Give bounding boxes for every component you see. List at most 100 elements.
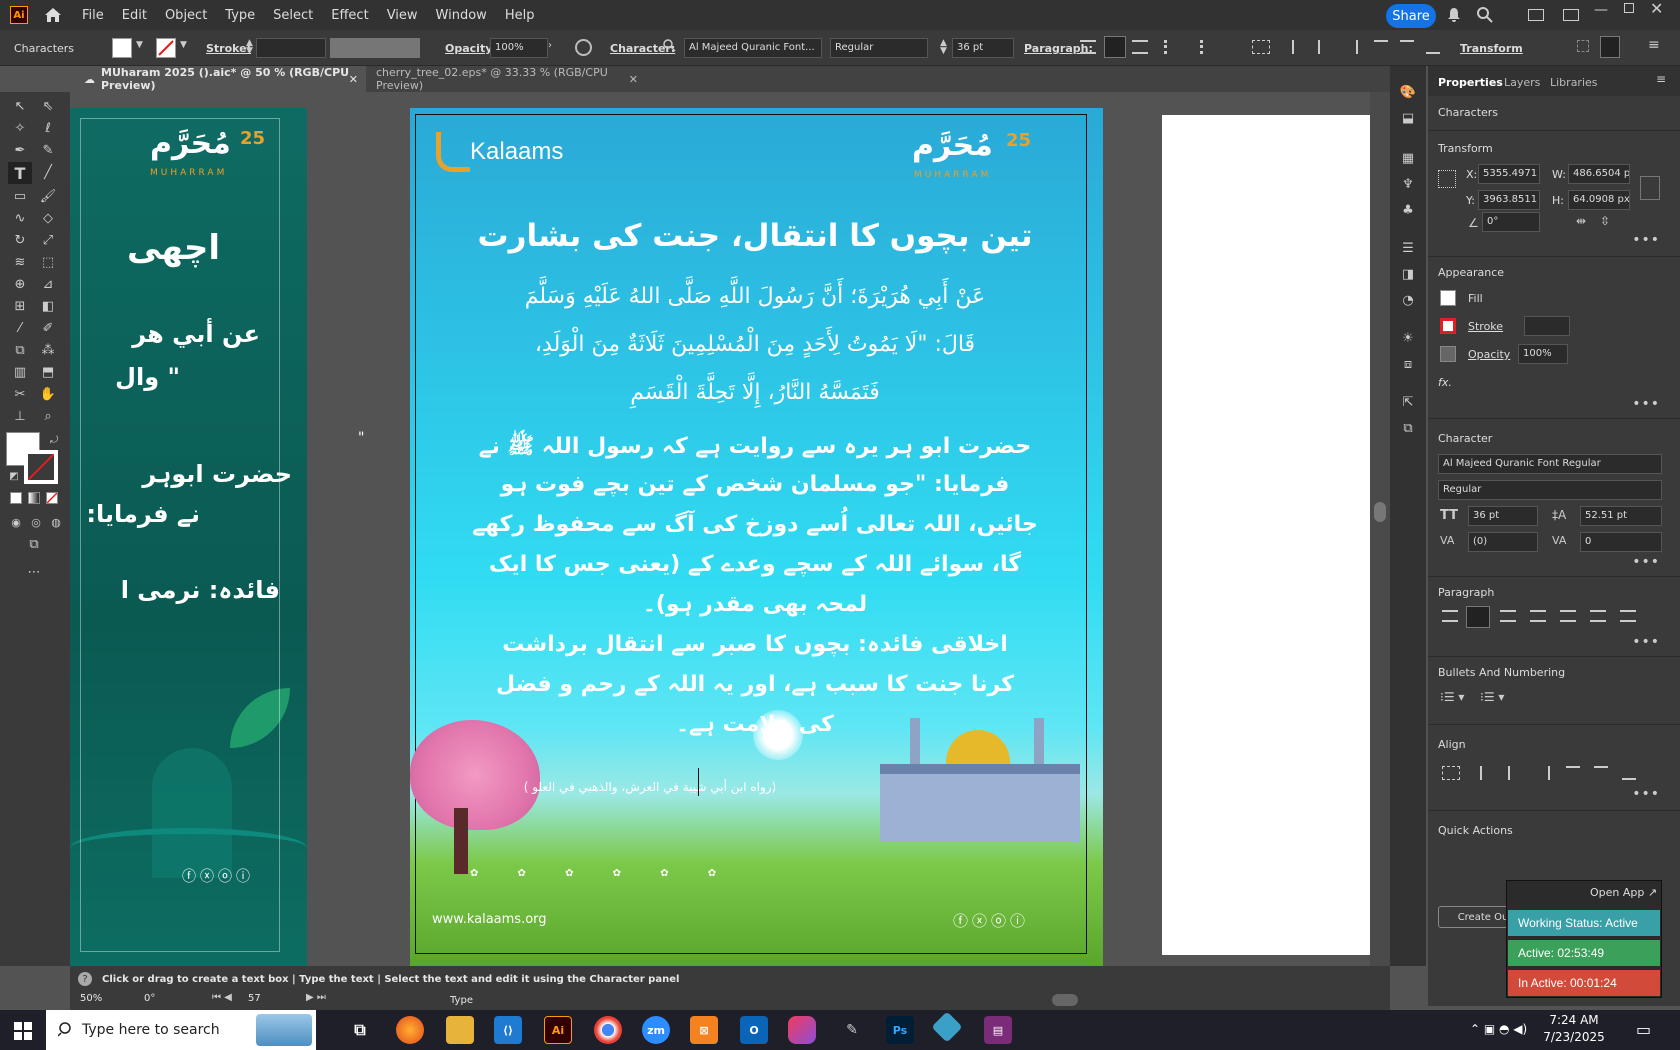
column-graph-tool-icon[interactable]: ▥ xyxy=(10,362,30,382)
leading-input[interactable]: 52.51 pt xyxy=(1580,506,1662,526)
hand-tool-icon[interactable]: ✋ xyxy=(38,384,58,404)
winrar-icon[interactable]: ▤ xyxy=(984,1016,1012,1044)
color-panel-icon[interactable]: 🎨 xyxy=(1398,82,1418,102)
hamburger-menu-icon[interactable]: ≡ xyxy=(1648,37,1660,53)
rotate-tool-icon[interactable]: ↻ xyxy=(10,230,30,250)
justify-center-icon[interactable] xyxy=(1560,610,1576,622)
notifications-icon[interactable]: ▭ xyxy=(1636,1020,1651,1039)
swap-colors-icon[interactable]: ⤾ xyxy=(44,430,64,450)
print-tiling-tool-icon[interactable]: ⊥ xyxy=(10,406,30,426)
export-icon[interactable]: ⇱ xyxy=(1398,392,1418,412)
tab-layers[interactable]: Layers xyxy=(1504,76,1540,89)
tab-muharam[interactable]: ☁ MUharam 2025 ().aic* @ 50 % (RGB/CPU P… xyxy=(70,66,366,92)
justify-all-icon[interactable] xyxy=(1620,610,1636,622)
mesh-tool-icon[interactable]: ⊞ xyxy=(10,296,30,316)
y-input[interactable]: 3963.8511 xyxy=(1478,190,1540,210)
workspace-icon[interactable] xyxy=(1528,9,1544,21)
lasso-tool-icon[interactable]: ℓ xyxy=(38,118,58,138)
artboard-number[interactable]: 57 xyxy=(248,993,261,1004)
menu-edit[interactable]: Edit xyxy=(122,8,147,23)
next-artboard-icon[interactable]: ▶ ⏭ xyxy=(306,992,326,1003)
stroke-stepper-icon[interactable]: ▲ ▼ xyxy=(246,39,253,56)
firefox-icon[interactable] xyxy=(396,1016,424,1044)
taskbar-clock-date[interactable]: 7/23/2025 xyxy=(1534,1030,1614,1044)
bullets-icon[interactable]: ⁝☰ ▾ xyxy=(1440,690,1464,704)
more-options-icon[interactable]: ••• xyxy=(1632,554,1660,570)
magic-wand-tool-icon[interactable]: ✧ xyxy=(10,118,30,138)
shaper-tool-icon[interactable]: ∿ xyxy=(10,208,30,228)
line-tool-icon[interactable]: ╱ xyxy=(38,162,58,182)
constrain-proportions-icon[interactable] xyxy=(1640,176,1660,200)
opacity-label[interactable]: Opacity xyxy=(1468,348,1510,361)
align-right-icon[interactable] xyxy=(1500,610,1516,622)
close-tab-icon[interactable]: ✕ xyxy=(629,73,638,86)
rotation-input[interactable]: 0° xyxy=(1482,212,1540,232)
pen-tool-icon[interactable]: ✒ xyxy=(10,140,30,160)
reference-point-icon[interactable] xyxy=(1438,170,1456,188)
align-center-icon[interactable] xyxy=(1104,36,1126,58)
numbering-icon[interactable] xyxy=(1200,40,1218,54)
draw-normal-icon[interactable]: ◉ xyxy=(6,512,26,532)
menu-select[interactable]: Select xyxy=(273,8,313,23)
isolate-icon[interactable] xyxy=(1577,40,1589,52)
align-center-icon[interactable] xyxy=(1466,606,1490,628)
chevron-down-icon[interactable]: ▼ xyxy=(136,40,143,50)
align-vertical-top-icon[interactable] xyxy=(1374,40,1388,54)
zoom-tool-icon[interactable]: ⌕ xyxy=(38,406,58,426)
fill-swatch[interactable] xyxy=(112,38,132,58)
menu-object[interactable]: Object xyxy=(165,8,207,23)
creative-cloud-icon[interactable] xyxy=(788,1016,816,1044)
font-style-dropdown[interactable]: Regular xyxy=(1438,480,1662,500)
font-size-input[interactable]: 36 pt xyxy=(1468,506,1538,526)
help-icon[interactable]: ? xyxy=(78,972,92,986)
graphic-styles-icon[interactable]: ⧈ xyxy=(1398,354,1418,374)
image-trace-icon[interactable]: ⬓ xyxy=(1398,108,1418,128)
font-style-dropdown[interactable]: Regular xyxy=(830,38,928,58)
curvature-tool-icon[interactable]: ✎ xyxy=(38,140,58,160)
xampp-icon[interactable]: ⊠ xyxy=(690,1016,718,1044)
file-explorer-icon[interactable] xyxy=(446,1016,474,1044)
paintbrush-tool-icon[interactable]: 🖌 xyxy=(38,186,58,206)
eyedropper-tool-icon[interactable]: ⁄ xyxy=(10,318,30,338)
font-family-dropdown[interactable]: Al Majeed Quranic Font... xyxy=(684,38,822,58)
tab-properties[interactable]: Properties xyxy=(1438,76,1503,89)
symbols-panel-icon[interactable]: ♣ xyxy=(1398,200,1418,220)
kerning-input[interactable]: (0) xyxy=(1468,532,1538,552)
home-icon[interactable] xyxy=(42,4,64,26)
tracking-input[interactable]: 0 xyxy=(1580,532,1662,552)
brushes-panel-icon[interactable]: ♆ xyxy=(1398,174,1418,194)
font-size-stepper-icon[interactable]: ▲ ▼ xyxy=(940,39,947,56)
align-vertical-top-icon[interactable] xyxy=(1566,766,1580,780)
align-vertical-center-icon[interactable] xyxy=(1400,40,1414,54)
stroke-label[interactable]: Stroke xyxy=(1468,320,1503,333)
font-size-input[interactable]: 36 pt xyxy=(952,38,1014,58)
vertical-scroll-thumb[interactable] xyxy=(1374,502,1386,522)
search-icon[interactable] xyxy=(1476,6,1494,24)
color-mode-icon[interactable] xyxy=(10,492,22,504)
more-options-icon[interactable]: ••• xyxy=(1632,396,1660,412)
artboards-panel-icon[interactable]: ⧉ xyxy=(1398,418,1418,438)
align-horizontal-left-icon[interactable] xyxy=(1480,766,1494,780)
stroke-swatch[interactable] xyxy=(156,38,176,58)
default-colors-icon[interactable]: ◩ xyxy=(4,466,24,486)
align-vertical-center-icon[interactable] xyxy=(1594,766,1608,780)
search-icon[interactable] xyxy=(662,38,676,52)
align-horizontal-right-icon[interactable] xyxy=(1536,766,1550,780)
h-input[interactable]: 64.0908 px xyxy=(1568,190,1630,210)
outlook-icon[interactable]: O xyxy=(740,1016,768,1044)
numbering-icon[interactable]: ⁝☰ ▾ xyxy=(1480,690,1504,704)
brush-definition-dropdown[interactable] xyxy=(330,38,420,58)
menu-effect[interactable]: Effect xyxy=(331,8,368,23)
align-vertical-bottom-icon[interactable] xyxy=(1622,766,1636,780)
more-options-icon[interactable]: ••• xyxy=(1632,232,1660,248)
artboard-tool-icon[interactable]: ⬒ xyxy=(38,362,58,382)
opacity-input[interactable]: 100% xyxy=(1518,344,1568,364)
fill-swatch[interactable] xyxy=(1440,290,1456,306)
font-family-dropdown[interactable]: Al Majeed Quranic Font Regular xyxy=(1438,454,1662,474)
vertical-scrollbar[interactable] xyxy=(1370,92,1390,966)
close-icon[interactable]: ✕ xyxy=(1650,0,1663,18)
transform-link[interactable]: Transform xyxy=(1460,42,1523,55)
appearance-panel-icon[interactable]: ☀ xyxy=(1398,328,1418,348)
minimize-icon[interactable]: — xyxy=(1594,2,1608,18)
align-horizontal-left-icon[interactable] xyxy=(1292,40,1306,54)
